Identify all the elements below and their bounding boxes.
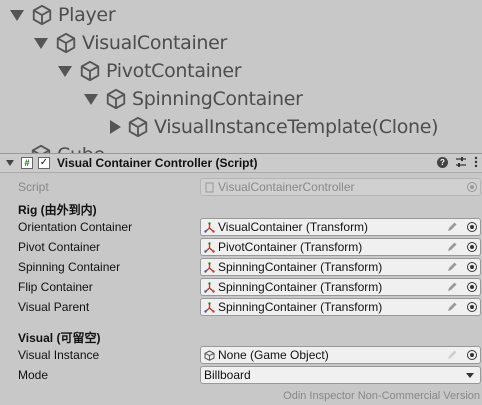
pencil-icon[interactable] [446,261,458,273]
hierarchy-item-player[interactable]: Player [10,1,116,29]
flip-container-field[interactable]: SpinningContainer (Transform) [200,278,481,296]
hierarchy-item-visualinstancetemplate[interactable]: VisualInstanceTemplate(Clone) [108,113,439,141]
pencil-icon[interactable] [446,301,458,313]
field-value: SpinningContainer (Transform) [218,280,383,294]
gameobject-cube-icon [80,60,100,82]
visual-section-title: Visual (可留空) [18,331,101,345]
chevron-down-icon [466,373,474,378]
spinning-container-field[interactable]: SpinningContainer (Transform) [200,258,481,276]
visual-instance-label: Visual Instance [18,348,100,362]
transform-icon [204,281,215,293]
field-value: PivotContainer (Transform) [218,240,363,254]
hierarchy-item-label: Player [58,4,116,26]
field-value: VisualContainer (Transform) [218,220,369,234]
kebab-menu-icon[interactable] [474,156,478,168]
preset-icon[interactable] [455,156,467,168]
pivot-container-field[interactable]: PivotContainer (Transform) [200,238,481,256]
field-value: SpinningContainer (Transform) [218,260,383,274]
object-picker-icon[interactable] [467,262,477,272]
hierarchy-item-label: SpinningContainer [132,88,303,110]
object-picker-icon[interactable] [467,302,477,312]
hierarchy-item-label: VisualContainer [82,32,228,54]
hierarchy-item-label: Cube [57,144,105,153]
gameobject-cube-icon [106,88,126,110]
visual-instance-field[interactable]: None (Game Object) [200,346,481,364]
hierarchy-item-label: VisualInstanceTemplate(Clone) [154,116,439,138]
gameobject-cube-icon [32,4,52,26]
transform-icon [204,241,215,253]
mode-value: Billboard [204,368,251,382]
pencil-icon[interactable] [446,281,458,293]
pencil-icon[interactable] [446,221,458,233]
expand-arrow-icon[interactable] [84,93,98,105]
rig-section-title: Rig (由外到内) [18,203,97,217]
object-picker-icon[interactable] [467,282,477,292]
transform-icon [204,301,215,313]
field-value: SpinningContainer (Transform) [218,300,383,314]
collapsed-arrow-icon[interactable] [110,120,121,134]
object-picker-icon[interactable] [467,222,477,232]
object-picker-icon[interactable] [467,182,477,192]
hierarchy-item-pivotcontainer[interactable]: PivotContainer [58,57,242,85]
foldout-arrow-icon[interactable] [6,160,14,166]
visual-parent-field[interactable]: SpinningContainer (Transform) [200,298,481,316]
transform-icon [204,221,215,233]
gameobject-cube-icon [204,350,215,361]
script-icon: # [21,157,33,169]
gameobject-cube-icon [31,144,51,153]
hierarchy-item-cube[interactable]: Cube [30,141,105,153]
transform-icon [204,261,215,273]
expand-arrow-icon[interactable] [34,37,48,49]
pencil-icon [448,350,457,359]
visual-parent-label: Visual Parent [18,300,90,314]
gameobject-cube-icon [128,116,148,138]
pencil-icon[interactable] [446,241,458,253]
hierarchy-panel: Player VisualContainer PivotContainer Sp… [0,0,482,153]
gameobject-cube-icon [56,32,76,54]
field-value: None (Game Object) [218,348,329,362]
hierarchy-item-spinningcontainer[interactable]: SpinningContainer [84,85,303,113]
odin-footer-text: Odin Inspector Non-Commercial Version [283,390,480,402]
mode-dropdown[interactable]: Billboard [200,366,481,384]
hierarchy-item-label: PivotContainer [106,60,242,82]
expand-arrow-icon[interactable] [10,9,24,21]
inspector-body: Script VisualContainerController Rig (由外… [0,173,482,405]
spinning-container-label: Spinning Container [18,260,121,274]
object-picker-icon[interactable] [467,350,477,360]
pivot-container-label: Pivot Container [18,240,101,254]
component-header[interactable]: # ✓ Visual Container Controller (Script)… [0,153,482,173]
script-asset-icon [205,182,214,192]
flip-container-label: Flip Container [18,280,93,294]
expand-arrow-icon[interactable] [58,65,72,77]
hierarchy-item-visualcontainer[interactable]: VisualContainer [34,29,227,57]
orientation-container-field[interactable]: VisualContainer (Transform) [200,218,481,236]
component-enabled-checkbox[interactable]: ✓ [38,157,50,169]
help-icon[interactable]: ? [437,156,448,168]
script-value: VisualContainerController [218,180,355,194]
component-title: Visual Container Controller (Script) [57,156,258,170]
script-label: Script [18,180,49,194]
object-picker-icon[interactable] [467,242,477,252]
script-field[interactable]: VisualContainerController [200,178,481,196]
mode-label: Mode [18,368,49,382]
orientation-container-label: Orientation Container [18,220,133,234]
